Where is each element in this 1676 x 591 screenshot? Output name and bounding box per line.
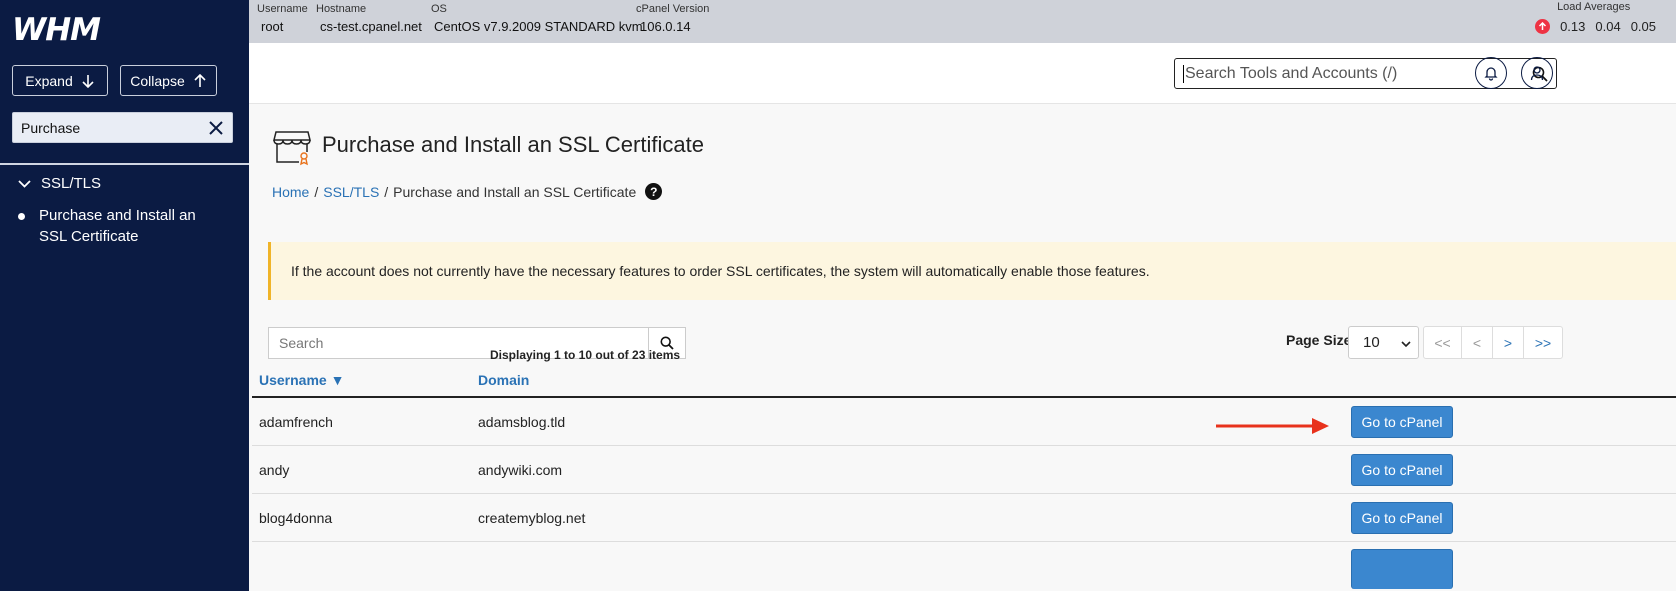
go-to-cpanel-button[interactable]: Go to cPanel <box>1351 454 1453 486</box>
bullet-icon <box>18 213 25 220</box>
os-stat: OS CentOS v7.9.2009 STANDARD kvm <box>431 3 643 36</box>
hostname-value: cs-test.cpanel.net <box>320 19 422 34</box>
go-to-cpanel-button[interactable] <box>1351 549 1453 589</box>
collapse-button[interactable]: Collapse <box>120 65 217 96</box>
arrow-down-icon <box>82 74 94 88</box>
table-row <box>252 542 1676 590</box>
column-header-domain[interactable]: Domain <box>478 372 529 388</box>
logo-text: WHM <box>12 12 101 48</box>
arrow-up-icon <box>194 73 206 87</box>
breadcrumb-current: Purchase and Install an SSL Certificate <box>393 183 637 200</box>
table-row: andy andywiki.com Go to cPanel <box>252 446 1676 494</box>
notifications-button[interactable] <box>1475 57 1507 89</box>
load-5: 0.04 <box>1595 19 1621 34</box>
page-size-select[interactable]: 10 <box>1348 326 1419 359</box>
sidebar-divider <box>0 163 249 165</box>
server-info-bar: Username root Hostname cs-test.cpanel.ne… <box>249 0 1676 43</box>
username-key: Username <box>257 3 308 15</box>
row-username: adamfrench <box>259 414 333 430</box>
pagination: << < > >> <box>1423 326 1563 359</box>
sidebar-item-purchase-ssl[interactable]: Purchase and Install an SSL Certificate <box>18 205 209 247</box>
expand-button[interactable]: Expand <box>12 65 108 96</box>
breadcrumb: Home / SSL/TLS / Purchase and Install an S… <box>272 183 663 200</box>
first-page-button[interactable]: << <box>1424 327 1462 358</box>
sidebar: WHM Expand Collapse Purchase SSL/TLS Pur… <box>0 0 249 591</box>
main-content: Purchase and Install an SSL Certificate … <box>249 104 1676 591</box>
row-domain: createmyblog.net <box>478 510 586 526</box>
breadcrumb-home[interactable]: Home <box>272 184 309 200</box>
sidebar-group-label: SSL/TLS <box>41 175 102 192</box>
page-title: Purchase and Install an SSL Certificate <box>322 132 704 157</box>
text-caret <box>1183 64 1184 83</box>
version-stat: cPanel Version 106.0.14 <box>636 3 709 36</box>
go-to-cpanel-button[interactable]: Go to cPanel <box>1351 502 1453 534</box>
page-size-value: 10 <box>1363 334 1380 351</box>
chevron-down-icon <box>18 180 31 188</box>
help-icon[interactable]: ? <box>645 183 663 200</box>
user-menu-button[interactable] <box>1521 57 1553 89</box>
arrow-up-icon <box>1535 19 1551 34</box>
version-key: cPanel Version <box>636 3 710 15</box>
breadcrumb-separator: / <box>314 183 319 200</box>
chevron-down-icon <box>1401 341 1411 348</box>
bell-icon <box>1484 67 1498 81</box>
user-icon <box>1530 66 1544 81</box>
displaying-count: Displaying 1 to 10 out of 23 items <box>490 348 681 362</box>
version-value: 106.0.14 <box>640 19 691 34</box>
load-15: 0.05 <box>1630 19 1656 34</box>
search-placeholder: Search Tools and Accounts (/) <box>1185 64 1398 82</box>
load-averages: Load Averages 0.13 0.04 0.05 <box>1535 1 1656 34</box>
next-page-button[interactable]: > <box>1493 327 1524 358</box>
username-value: root <box>261 19 284 34</box>
info-notice: If the account does not currently have t… <box>268 242 1676 300</box>
header: Search Tools and Accounts (/) <box>249 43 1676 104</box>
prev-page-button[interactable]: < <box>1462 327 1493 358</box>
close-icon[interactable] <box>208 120 224 136</box>
table-search-placeholder: Search <box>279 335 324 351</box>
breadcrumb-separator: / <box>384 183 389 200</box>
go-to-cpanel-button[interactable]: Go to cPanel <box>1351 406 1453 438</box>
sidebar-item-label: Purchase and Install an SSL Certificate <box>39 207 196 245</box>
load-1: 0.13 <box>1560 19 1586 34</box>
table-row: adamfrench adamsblog.tld Go to cPanel <box>252 398 1676 446</box>
annotation-arrow-icon <box>1216 418 1329 434</box>
hostname-key: Hostname <box>316 3 367 15</box>
filter-value: Purchase <box>21 119 81 136</box>
row-username: andy <box>259 462 290 478</box>
column-header-username[interactable]: Username ▼ <box>259 372 344 388</box>
sidebar-filter-input[interactable]: Purchase <box>12 112 233 143</box>
last-page-button[interactable]: >> <box>1524 327 1562 358</box>
storefront-certificate-icon <box>273 131 311 166</box>
page-size-label: Page Size <box>1286 332 1352 348</box>
whm-logo[interactable]: WHM <box>12 12 108 48</box>
sidebar-group-ssl-tls[interactable]: SSL/TLS <box>18 175 101 192</box>
row-domain: andywiki.com <box>478 462 563 478</box>
os-key: OS <box>431 3 447 15</box>
collapse-label: Collapse <box>130 72 185 89</box>
table-row: blog4donna createmyblog.net Go to cPanel <box>252 494 1676 542</box>
username-stat: Username root <box>257 3 308 36</box>
breadcrumb-ssl-tls[interactable]: SSL/TLS <box>323 184 379 200</box>
load-key: Load Averages <box>1557 1 1631 13</box>
notice-text: If the account does not currently have t… <box>291 263 1150 279</box>
hostname-stat: Hostname cs-test.cpanel.net <box>316 3 422 36</box>
expand-label: Expand <box>25 72 73 89</box>
row-username: blog4donna <box>259 510 333 526</box>
os-value: CentOS v7.9.2009 STANDARD kvm <box>434 19 643 34</box>
row-domain: adamsblog.tld <box>478 414 566 430</box>
